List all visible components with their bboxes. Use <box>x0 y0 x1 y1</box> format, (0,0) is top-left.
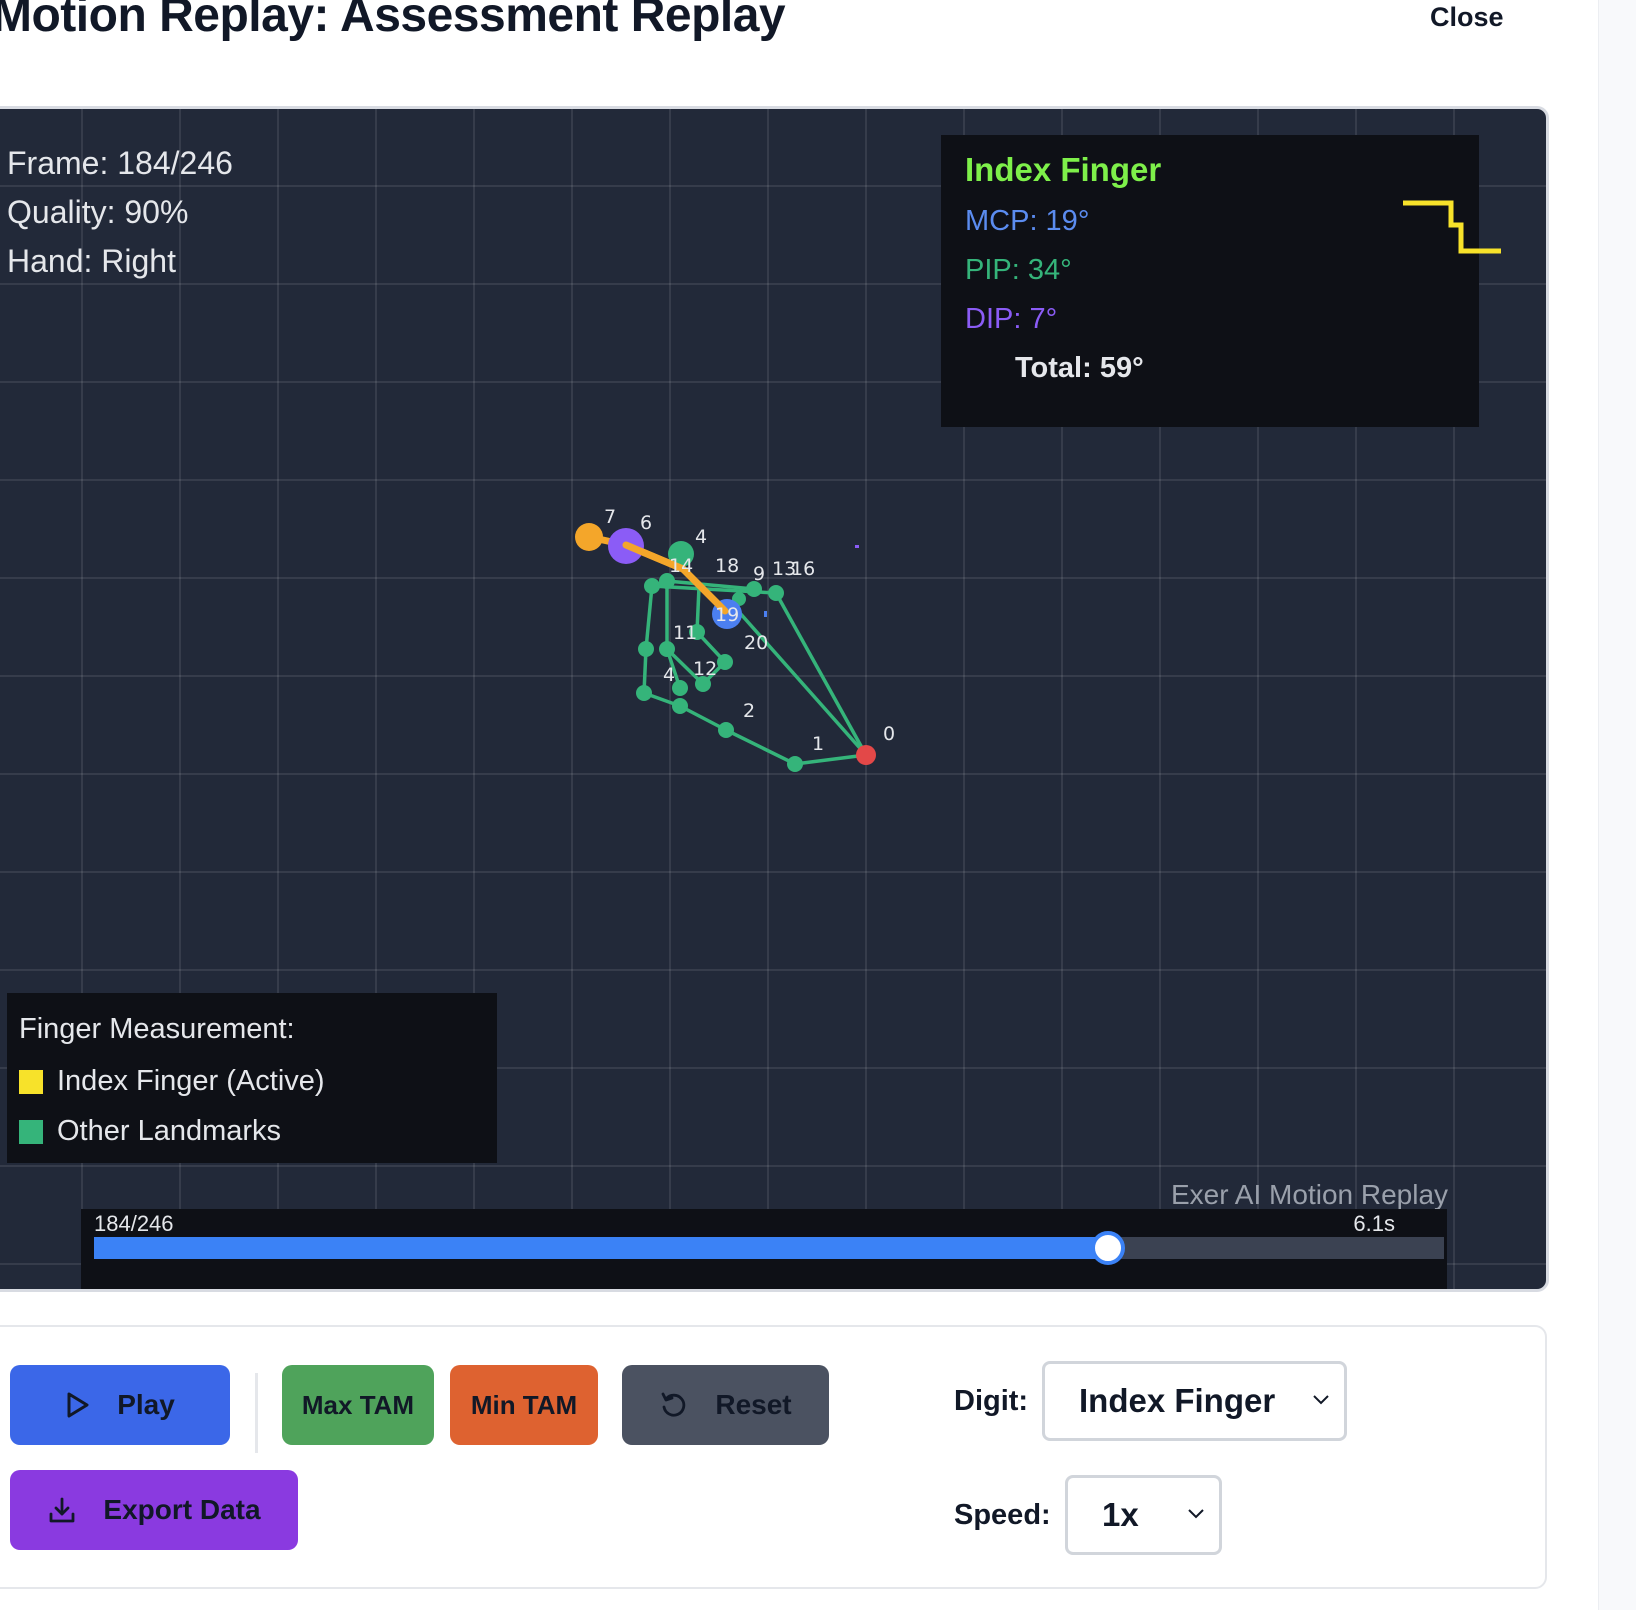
export-label: Export Data <box>103 1494 261 1525</box>
close-button[interactable]: Close <box>1430 2 1504 33</box>
landmark-label: 20 <box>744 632 768 654</box>
export-data-button[interactable]: Export Data <box>10 1470 298 1550</box>
landmark-label: 14 <box>669 555 693 577</box>
legend-swatch-green <box>19 1119 43 1144</box>
timeline-thumb[interactable] <box>1090 1231 1125 1265</box>
speed-value: 1x <box>1102 1496 1139 1533</box>
legend-swatch-yellow <box>19 1069 43 1094</box>
landmark-label: 2 <box>743 700 755 722</box>
dip-angle: DIP: 7° <box>965 303 1058 335</box>
landmark-label: 18 <box>715 555 739 577</box>
digit-label: Digit: <box>954 1385 1029 1417</box>
landmark-label: 9 <box>753 563 765 585</box>
landmark-label: 11 <box>673 622 697 644</box>
timeline: 184/246 6.1s <box>81 1209 1447 1289</box>
mcp-angle: MCP: 19° <box>965 205 1090 237</box>
step-icon <box>1403 200 1501 254</box>
digit-value: Index Finger <box>1079 1382 1276 1419</box>
total-angle: Total: 59° <box>1015 352 1144 384</box>
max-tam-button[interactable]: Max TAM <box>282 1365 434 1445</box>
landmark-label: 19 <box>715 604 739 626</box>
controls-panel: Play Max TAM Min TAM Reset Export Data D… <box>0 1325 1547 1589</box>
legend-item-active: Index Finger (Active) <box>19 1065 325 1098</box>
landmark-label: 4 <box>695 526 707 548</box>
right-scroll-area <box>1598 0 1636 1610</box>
timeline-time-label: 6.1s <box>1353 1211 1395 1236</box>
landmark-label: 6 <box>640 512 652 534</box>
reset-button[interactable]: Reset <box>622 1365 829 1445</box>
digit-select[interactable]: Index Finger <box>1042 1361 1347 1441</box>
pip-angle: PIP: 34° <box>965 254 1072 286</box>
download-icon <box>47 1495 77 1525</box>
legend-label: Index Finger (Active) <box>57 1065 325 1097</box>
timeline-frame-label: 184/246 <box>94 1211 174 1236</box>
play-label: Play <box>117 1389 175 1420</box>
min-tam-button[interactable]: Min TAM <box>450 1365 598 1445</box>
speed-select[interactable]: 1x <box>1065 1475 1222 1555</box>
landmark-label: 4 <box>663 664 675 686</box>
landmark-label: 0 <box>883 723 895 745</box>
replay-canvas[interactable]: Frame: 184/246 Quality: 90% Hand: Right <box>0 106 1549 1292</box>
play-icon <box>65 1391 91 1419</box>
chevron-down-icon <box>1313 1395 1329 1405</box>
timeline-scrubber[interactable] <box>94 1231 1444 1265</box>
play-button[interactable]: Play <box>10 1365 230 1445</box>
legend-item-landmarks: Other Landmarks <box>19 1115 281 1148</box>
reset-icon <box>659 1390 689 1420</box>
landmark-label: 1 <box>812 733 824 755</box>
landmark-label: 16 <box>791 558 815 580</box>
timeline-progress <box>94 1237 1104 1259</box>
chevron-down-icon <box>1188 1509 1204 1519</box>
landmark-label: 7 <box>604 506 616 528</box>
finger-legend: Finger Measurement: Index Finger (Active… <box>7 993 497 1163</box>
finger-info-panel: Index Finger MCP: 19° PIP: 34° DIP: 7° T… <box>941 135 1479 427</box>
legend-label: Other Landmarks <box>57 1115 282 1147</box>
info-finger-title: Index Finger <box>965 151 1162 188</box>
watermark: Exer AI Motion Replay <box>1171 1179 1449 1210</box>
reset-label: Reset <box>715 1389 792 1420</box>
divider <box>255 1373 258 1453</box>
landmark-label: 12 <box>693 658 717 680</box>
speed-label: Speed: <box>954 1499 1051 1531</box>
page-title: Motion Replay: Assessment Replay <box>0 0 786 42</box>
legend-title: Finger Measurement: <box>19 1013 295 1045</box>
